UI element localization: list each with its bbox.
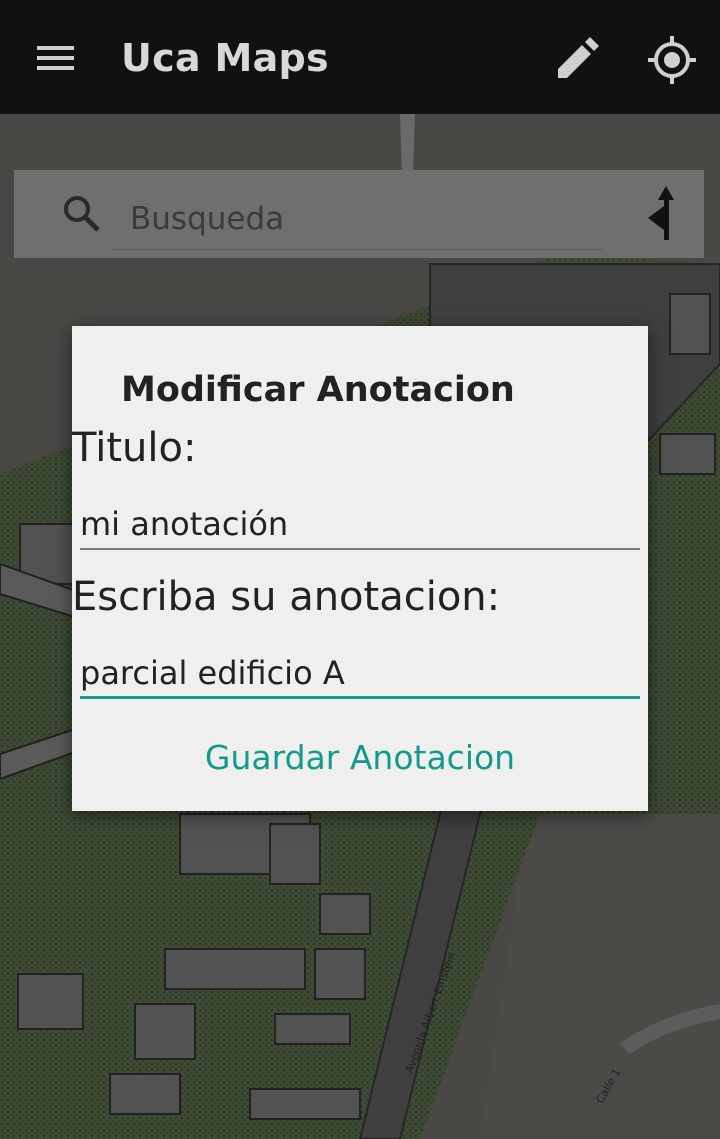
gps-target-icon[interactable] xyxy=(644,32,700,88)
save-annotation-button[interactable]: Guardar Anotacion xyxy=(72,738,648,777)
menu-icon[interactable] xyxy=(28,34,84,82)
app-bar: Uca Maps xyxy=(0,0,720,114)
annotation-field[interactable] xyxy=(80,649,640,699)
search-icon[interactable] xyxy=(60,192,104,236)
search-bar xyxy=(14,170,704,258)
edit-annotation-dialog: Modificar Anotacion Titulo: Escriba su a… xyxy=(72,326,648,811)
search-input[interactable] xyxy=(112,188,602,250)
pencil-icon[interactable] xyxy=(550,34,602,86)
annotation-label: Escriba su anotacion: xyxy=(72,574,501,620)
app-title: Uca Maps xyxy=(121,36,329,80)
directions-arrow-icon[interactable] xyxy=(644,186,688,242)
title-field[interactable] xyxy=(80,500,640,550)
title-label: Titulo: xyxy=(72,425,197,471)
dialog-title: Modificar Anotacion xyxy=(121,370,515,410)
